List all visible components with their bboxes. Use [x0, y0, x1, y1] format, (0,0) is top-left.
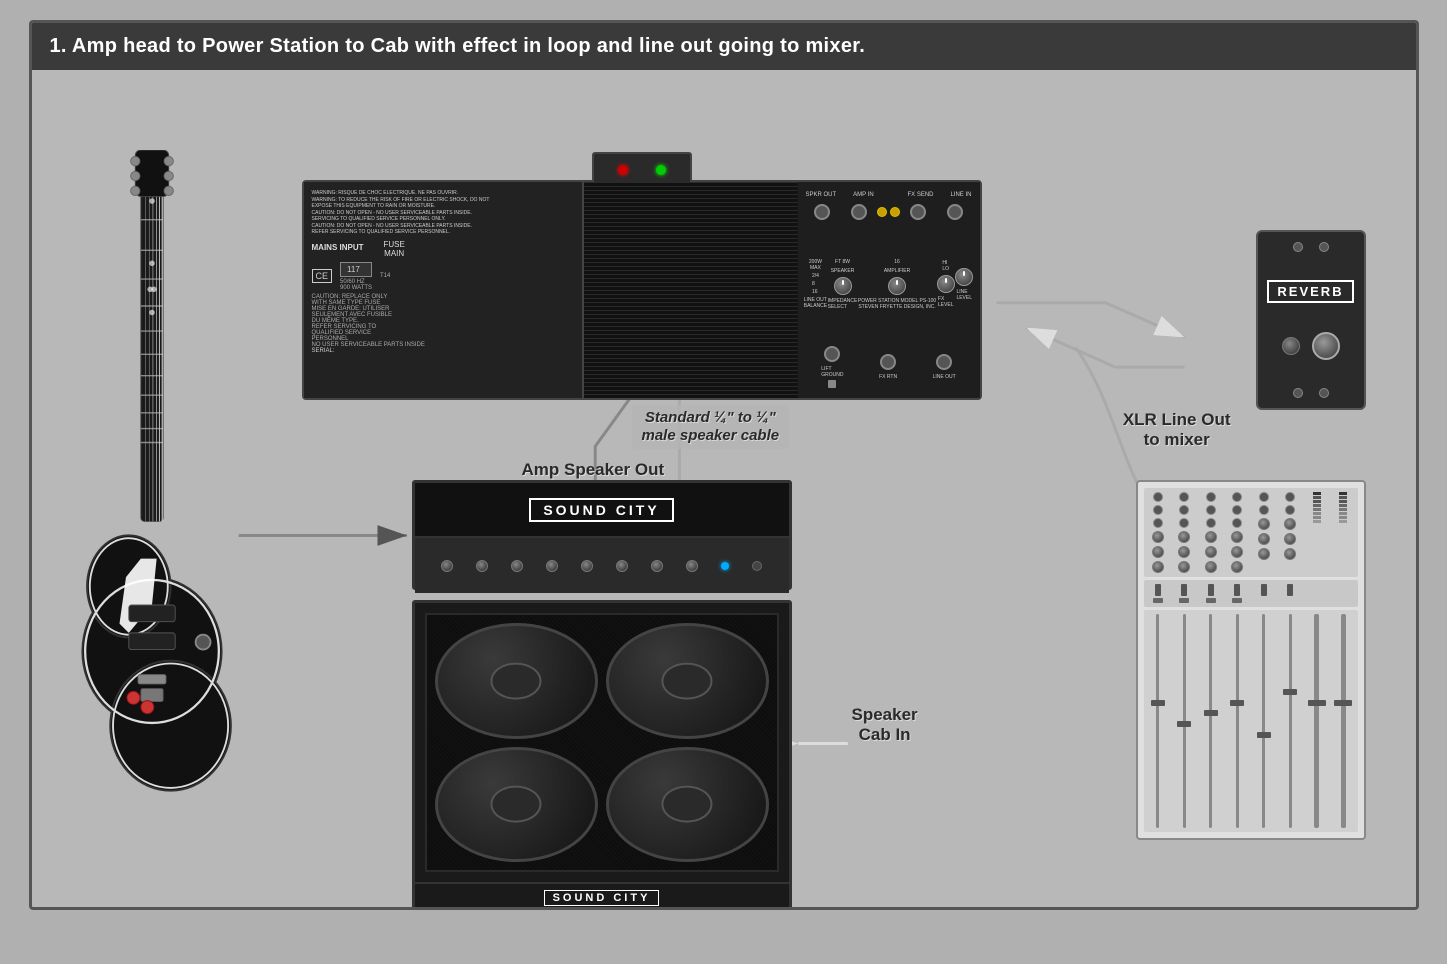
amp-knob-7[interactable]: [651, 560, 663, 572]
reverb-pedal: REVERB: [1256, 230, 1366, 410]
amp-head-bottom: [415, 538, 789, 593]
speaker-cab: SOUND CITY: [412, 600, 792, 910]
lift-ground-jack[interactable]: [824, 346, 840, 362]
speaker-cable-annotation: Standard ¼" to ¼"male speaker cable: [632, 405, 790, 449]
speaker-1: [435, 623, 598, 739]
mixer-channel-1: [1146, 492, 1171, 573]
fuse-label: FUSEMAIN: [384, 240, 405, 258]
amp-speaker-out-annotation: Amp Speaker Out: [522, 460, 665, 480]
reverb-knob-1[interactable]: [1282, 337, 1300, 355]
power-station: WARNING: RISQUE DE CHOC ELECTRIQUE. NE P…: [302, 180, 982, 400]
reverb-bottom-jacks: [1293, 388, 1329, 398]
spkr-out-jack[interactable]: [814, 204, 830, 220]
reverb-jack-right[interactable]: [1319, 242, 1329, 252]
page-title: 1. Amp head to Power Station to Cab with…: [50, 35, 866, 57]
amp-in-jack[interactable]: [851, 204, 867, 220]
led-red: [618, 165, 628, 175]
speaker-3: [435, 747, 598, 863]
line-level-knob[interactable]: [955, 268, 973, 286]
speaker-cable-text: Standard ¼" to ¼"male speaker cable: [642, 409, 780, 445]
amp-brand: SOUND CITY: [529, 498, 673, 522]
cab-grille: [425, 613, 779, 872]
amp-knob-8[interactable]: [686, 560, 698, 572]
xlr-line-out-text: XLR Line Outto mixer: [1123, 410, 1231, 451]
title-bar: 1. Amp head to Power Station to Cab with…: [32, 23, 1416, 70]
amplifier-knob[interactable]: [888, 277, 906, 295]
line-out-jack[interactable]: [936, 354, 952, 370]
mixer: [1136, 480, 1366, 840]
reverb-jack-left[interactable]: [1293, 242, 1303, 252]
fx-knob[interactable]: [937, 275, 955, 293]
amp-knob-2[interactable]: [476, 560, 488, 572]
speaker-4: [606, 747, 769, 863]
reverb-knob-main[interactable]: [1312, 332, 1340, 360]
amp-knob-5[interactable]: [581, 560, 593, 572]
fx-rtn-jack[interactable]: [880, 354, 896, 370]
speaker-cab-in-annotation: SpeakerCab In: [852, 705, 918, 746]
line-in-jack[interactable]: [947, 204, 963, 220]
ps-grille: [584, 182, 804, 398]
amp-knob-4[interactable]: [546, 560, 558, 572]
guitar: [62, 150, 242, 800]
ce-mark: CE: [312, 269, 333, 283]
amp-knob-6[interactable]: [616, 560, 628, 572]
amp-knob-3[interactable]: [511, 560, 523, 572]
amp-knob-1[interactable]: [441, 560, 453, 572]
content-area: WARNING: RISQUE DE CHOC ELECTRIQUE. NE P…: [32, 70, 1416, 902]
voltage-display: 117: [340, 262, 372, 277]
ps-left-panel: WARNING: RISQUE DE CHOC ELECTRIQUE. NE P…: [304, 182, 584, 398]
speaker-knob[interactable]: [834, 277, 852, 295]
amp-speaker-out-text: Amp Speaker Out: [522, 460, 665, 480]
xlr-line-out-annotation: XLR Line Outto mixer: [1123, 410, 1231, 451]
main-container: 1. Amp head to Power Station to Cab with…: [29, 20, 1419, 910]
mains-input-label: MAINS INPUT: [312, 243, 364, 252]
reverb-jack-bottom-right[interactable]: [1319, 388, 1329, 398]
reverb-knobs: [1282, 332, 1340, 360]
amp-head: SOUND CITY: [412, 480, 792, 590]
cab-brand-strip: SOUND CITY: [415, 882, 789, 910]
fx-send-jack[interactable]: [910, 204, 926, 220]
serial-text: SERIAL:: [312, 348, 574, 354]
mixer-faders: [1144, 610, 1358, 832]
reverb-top-jacks: [1293, 242, 1329, 252]
ps-warning-text: WARNING: RISQUE DE CHOC ELECTRIQUE. NE P…: [312, 190, 574, 236]
ps-right-controls: SPKR OUT AMP IN FX SEND LINE IN: [798, 182, 980, 398]
led-green: [656, 165, 666, 175]
mixer-top: [1144, 488, 1358, 577]
speaker-2: [606, 623, 769, 739]
amp-head-top: SOUND CITY: [415, 483, 789, 538]
speaker-cab-in-text: SpeakerCab In: [852, 705, 918, 746]
cab-brand: SOUND CITY: [544, 890, 660, 906]
amp-power-led: [721, 562, 729, 570]
reverb-jack-bottom-left[interactable]: [1293, 388, 1303, 398]
reverb-label: REVERB: [1267, 280, 1353, 303]
